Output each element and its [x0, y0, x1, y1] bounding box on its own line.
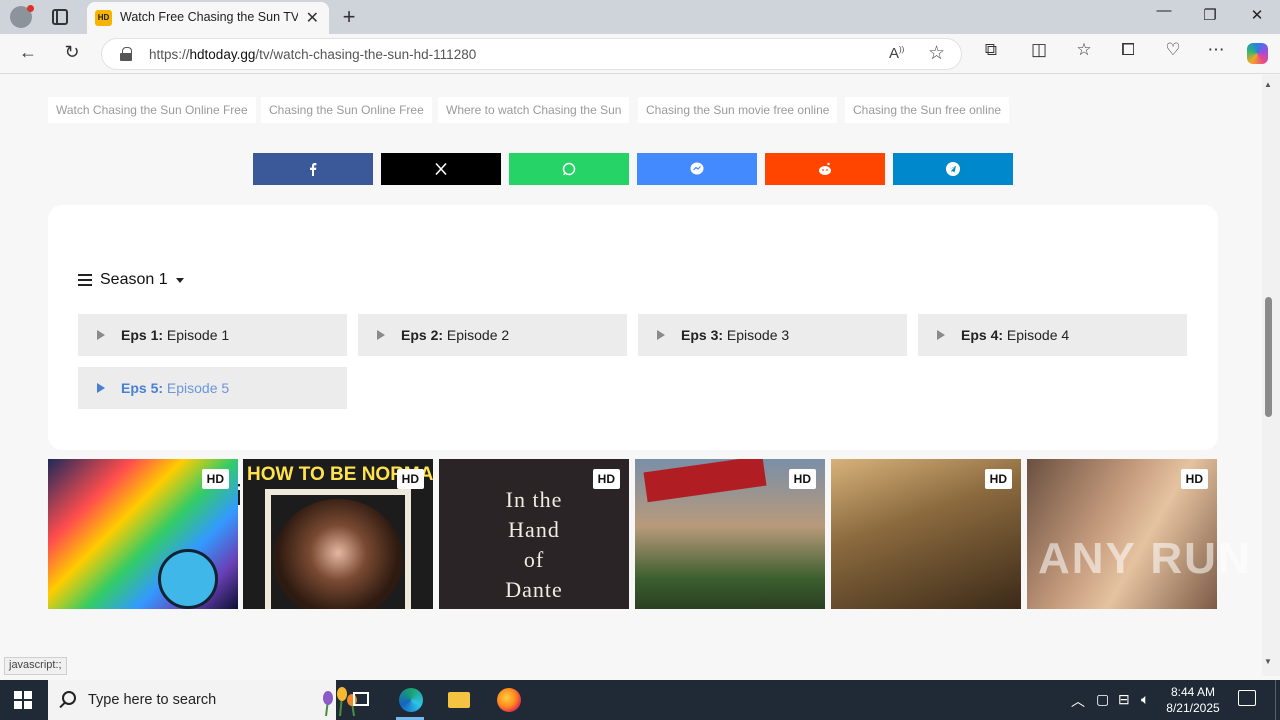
lock-icon[interactable] — [120, 47, 132, 61]
watermark: ANY RUN — [1038, 534, 1252, 583]
copilot-icon[interactable] — [1247, 43, 1268, 64]
share-messenger-button[interactable] — [637, 153, 757, 185]
scrollbar-thumb[interactable] — [1265, 297, 1272, 417]
show-desktop-button[interactable] — [1275, 680, 1276, 720]
notifications-icon[interactable] — [1238, 690, 1256, 706]
new-tab-button[interactable]: + — [339, 4, 359, 30]
episodes-panel: Season 1 Eps 1: Episode 1 Eps 2: Episode… — [48, 205, 1218, 450]
search-icon — [62, 691, 76, 705]
cartoon-character-image — [158, 549, 218, 609]
share-telegram-button[interactable] — [893, 153, 1013, 185]
whatsapp-icon — [562, 162, 576, 176]
clock-date: 8/21/2025 — [1166, 701, 1220, 715]
list-icon — [78, 274, 92, 286]
split-screen-icon[interactable]: ◫ — [1027, 40, 1051, 60]
refresh-button[interactable]: ↻ — [60, 42, 84, 63]
device-icon[interactable]: ▢ — [1096, 691, 1109, 708]
keyword-tag[interactable]: Chasing the Sun movie free online — [638, 97, 838, 123]
facebook-icon — [310, 163, 317, 176]
poster-card[interactable]: HD — [48, 459, 238, 609]
poster-card[interactable]: HOW TO BE NORMAL HD — [243, 459, 433, 609]
show-hidden-icons[interactable]: ︿ — [1071, 691, 1085, 711]
episode-item[interactable]: Eps 4: Episode 4 — [918, 314, 1187, 356]
keyword-tag[interactable]: Watch Chasing the Sun Online Free — [48, 97, 256, 123]
messenger-icon — [690, 162, 704, 175]
network-icon[interactable]: ⊟ — [1118, 691, 1130, 708]
hd-badge: HD — [788, 469, 816, 489]
share-reddit-button[interactable] — [765, 153, 885, 185]
share-facebook-button[interactable] — [253, 153, 373, 185]
hd-badge: HD — [396, 469, 424, 489]
play-icon — [97, 383, 105, 393]
hd-badge: HD — [1180, 469, 1208, 489]
tab-bar: HD Watch Free Chasing the Sun TV Shows O… — [0, 0, 1280, 34]
taskbar-search[interactable]: Type here to search — [48, 680, 357, 720]
play-icon — [657, 330, 665, 340]
favicon-icon: HD — [95, 10, 112, 26]
season-dropdown[interactable]: Season 1 — [78, 268, 184, 292]
system-clock[interactable]: 8:44 AM 8/21/2025 — [1166, 684, 1220, 716]
more-options-icon[interactable]: ⋯ — [1204, 40, 1228, 60]
keyword-tag[interactable]: Chasing the Sun Online Free — [261, 97, 432, 123]
poster-card[interactable]: HD — [831, 459, 1021, 609]
tab-close-icon[interactable]: ✕ — [306, 8, 319, 28]
profile-icon[interactable] — [10, 5, 34, 28]
read-aloud-icon[interactable]: A)) — [889, 45, 904, 62]
play-icon — [377, 330, 385, 340]
firefox-icon[interactable] — [488, 684, 528, 716]
search-placeholder: Type here to search — [88, 692, 217, 708]
episode-item[interactable]: Eps 3: Episode 3 — [638, 314, 907, 356]
share-x-button[interactable] — [381, 153, 501, 185]
share-whatsapp-button[interactable] — [509, 153, 629, 185]
restore-button[interactable]: ❐ — [1195, 6, 1225, 24]
favorites-icon[interactable]: ☆ — [1072, 40, 1096, 60]
add-favorite-icon[interactable]: ☆ — [928, 42, 945, 65]
tab-actions-icon[interactable] — [52, 9, 68, 25]
reddit-icon — [819, 162, 831, 175]
episode-item[interactable]: Eps 1: Episode 1 — [78, 314, 347, 356]
episode-item[interactable]: Eps 2: Episode 2 — [358, 314, 627, 356]
url-field[interactable]: https://hdtoday.gg/tv/watch-chasing-the-… — [101, 38, 962, 70]
browser-essentials-icon[interactable]: ♡ — [1161, 40, 1185, 60]
minimize-button[interactable]: — — [1149, 2, 1179, 19]
play-icon — [97, 330, 105, 340]
window-close-button[interactable]: ✕ — [1242, 6, 1272, 24]
back-button[interactable]: ← — [16, 42, 40, 63]
task-view-icon[interactable] — [341, 684, 381, 716]
keyword-tag[interactable]: Chasing the Sun free online — [845, 97, 1010, 123]
collections-icon[interactable]: ⧠ — [1116, 40, 1140, 60]
telegram-icon — [946, 162, 960, 176]
hd-badge: HD — [984, 469, 1012, 489]
extensions-icon[interactable]: ⧉ — [979, 40, 1003, 60]
edge-taskbar-icon[interactable] — [390, 684, 430, 720]
caret-down-icon — [175, 277, 184, 283]
file-explorer-icon[interactable] — [439, 684, 479, 716]
hd-badge: HD — [592, 469, 620, 489]
portrait-image — [273, 499, 403, 609]
windows-start-icon[interactable] — [14, 691, 32, 709]
url-text: https://hdtoday.gg/tv/watch-chasing-the-… — [149, 47, 477, 62]
keyword-tag[interactable]: Where to watch Chasing the Sun — [438, 97, 630, 123]
tab-title: Watch Free Chasing the Sun TV Shows Onli… — [120, 10, 298, 24]
scroll-up-icon[interactable]: ▲ — [1264, 80, 1272, 89]
scroll-down-icon[interactable]: ▼ — [1264, 657, 1272, 666]
poster-card[interactable]: HD — [635, 459, 825, 609]
browser-tab[interactable]: HD Watch Free Chasing the Sun TV Shows O… — [87, 2, 329, 34]
episode-item-active[interactable]: Eps 5: Episode 5 — [78, 367, 347, 409]
hd-badge: HD — [201, 469, 229, 489]
poster-card[interactable]: In the Hand of Dante HD — [439, 459, 629, 609]
taskbar: Type here to search ︿ ▢ ⊟ 🔈︎ 8:44 AM 8/2… — [0, 680, 1280, 720]
x-icon — [435, 162, 447, 176]
play-icon — [937, 330, 945, 340]
flag-image — [643, 459, 767, 503]
status-bar-url: javascript:; — [4, 657, 67, 675]
poster-title: In the Hand of Dante — [505, 487, 563, 602]
clock-time: 8:44 AM — [1170, 685, 1216, 699]
volume-icon[interactable]: 🔈︎ — [1141, 691, 1149, 708]
season-label: Season 1 — [100, 271, 168, 288]
